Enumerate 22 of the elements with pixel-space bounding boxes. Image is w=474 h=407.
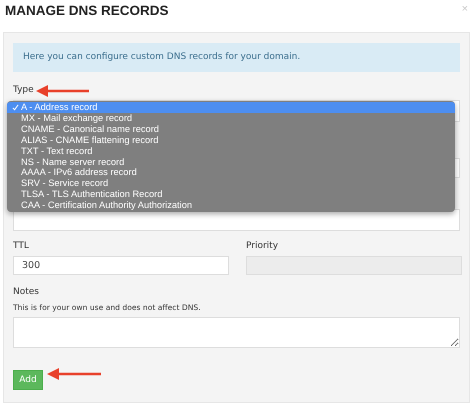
priority-label: Priority — [246, 241, 278, 251]
dropdown-option[interactable]: ALIAS - CNAME flattening record — [7, 134, 455, 146]
dropdown-option[interactable]: CNAME - Canonical name record — [7, 124, 455, 135]
ttl-input[interactable]: 300 — [13, 256, 229, 275]
dropdown-option[interactable]: AAAA - IPv6 address record — [7, 167, 455, 178]
type-label: Type — [13, 85, 34, 95]
annotation-arrow — [47, 368, 101, 380]
annotation-arrow — [36, 85, 89, 97]
notes-textarea[interactable] — [13, 317, 460, 348]
dropdown-option[interactable]: NS - Name server record — [7, 156, 455, 168]
notes-label: Notes — [13, 287, 39, 297]
dropdown-option[interactable]: SRV - Service record — [7, 178, 455, 189]
dialog-title: MANAGE DNS RECORDS — [5, 3, 169, 18]
info-message: Here you can configure custom DNS records for your domain. — [13, 43, 460, 72]
dropdown-option[interactable]: A - Address record — [7, 102, 455, 113]
dropdown-option[interactable]: CAA - Certification Authority Authorization — [7, 200, 455, 210]
ttl-label: TTL — [13, 241, 29, 251]
dropdown-option[interactable]: TXT - Text record — [7, 145, 455, 156]
dropdown-option[interactable]: TLSA - TLS Authentication Record — [7, 188, 455, 200]
dropdown-option[interactable]: MX - Mail exchange record — [7, 112, 455, 124]
add-button[interactable]: Add — [13, 370, 43, 390]
check-icon — [12, 104, 19, 111]
